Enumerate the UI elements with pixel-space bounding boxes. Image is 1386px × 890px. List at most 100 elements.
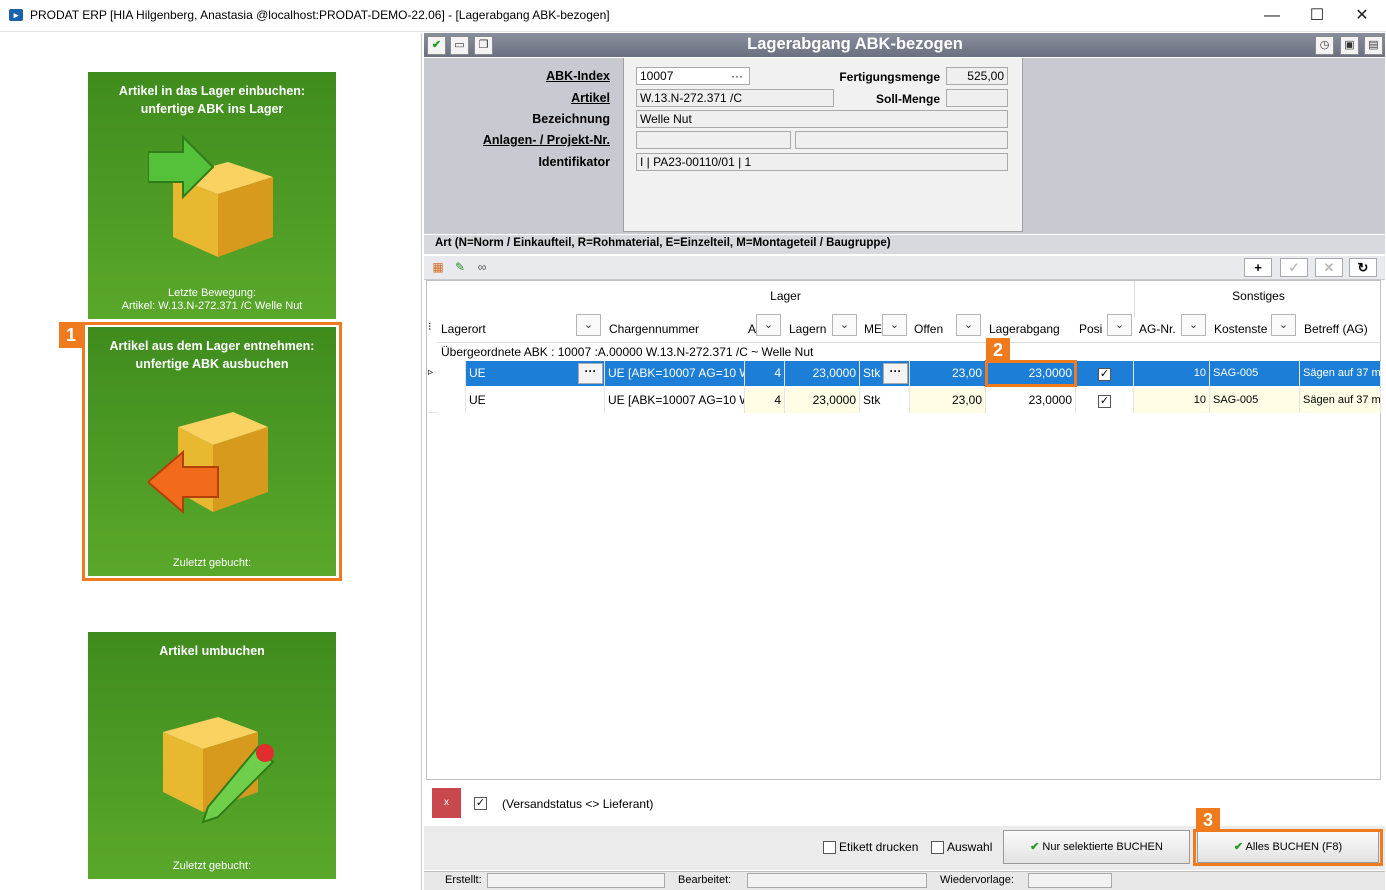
col-betreff[interactable]: Betreff (AG)	[1304, 318, 1381, 342]
cell-lagern[interactable]: 23,0000	[785, 388, 860, 413]
cell-posi[interactable]: ✓	[1076, 388, 1134, 413]
box-refresh-icon[interactable]: ▤	[1364, 36, 1383, 55]
tile-umbuchen-title: Artikel umbuchen	[159, 644, 265, 658]
col-chargennummer[interactable]: Chargennummer	[609, 318, 744, 342]
cell-betreff[interactable]: Sägen auf 37 mm	[1300, 361, 1381, 386]
cell-kostenstelle[interactable]: SAG-005	[1210, 361, 1300, 386]
step-badge-1: 1	[59, 322, 83, 348]
lagern-filter-dropdown[interactable]: ⌄	[832, 314, 857, 336]
minimize-button[interactable]: —	[1249, 0, 1295, 31]
clear-filter-icon[interactable]: x	[432, 788, 461, 818]
bezeichnung-label: Bezeichnung	[532, 112, 610, 126]
identifikator-field[interactable]: I | PA23-00110/01 | 1	[636, 153, 1008, 171]
col-lagern[interactable]: Lagern	[789, 318, 829, 342]
abk-index-value: 10007	[640, 69, 674, 83]
cell-a[interactable]: 4	[745, 388, 785, 413]
status-erstellt-field	[487, 873, 665, 888]
offen-filter-dropdown[interactable]: ⌄	[956, 314, 981, 336]
soll-menge-field	[946, 89, 1008, 107]
link-icon[interactable]: ∞	[473, 259, 491, 276]
col-posi[interactable]: Posi	[1079, 318, 1105, 342]
auswahl-checkbox[interactable]	[931, 841, 944, 854]
tile-ausbuchen[interactable]: Artikel aus dem Lager entnehmen: unferti…	[88, 327, 336, 576]
table-row[interactable]: UE UE [ABK=10007 AG=10 W 4 23,0000 Stk 2…	[428, 388, 1381, 413]
cell-ag-nr[interactable]: 10	[1134, 361, 1210, 386]
me-filter-dropdown[interactable]: ⌄	[882, 314, 907, 336]
bezeichnung-field[interactable]: Welle Nut	[636, 110, 1008, 128]
confirm-row-button[interactable]: ✓	[1280, 258, 1308, 277]
tile-umbuchen[interactable]: Artikel umbuchen Zuletzt gebucht:	[88, 632, 336, 879]
box-icon[interactable]: ▣	[1340, 36, 1359, 55]
cell-posi[interactable]: ✓	[1076, 361, 1134, 386]
step-badge-3: 3	[1196, 808, 1220, 832]
delete-row-button[interactable]: ✕	[1315, 258, 1343, 277]
column-menu-icon[interactable]: ⁝	[428, 318, 437, 342]
cell-charge[interactable]: UE [ABK=10007 AG=10 W	[605, 388, 745, 413]
anlagen-field[interactable]	[636, 131, 791, 149]
auswahl-label[interactable]: Auswahl	[947, 840, 992, 854]
ag-filter-dropdown[interactable]: ⌄	[1181, 314, 1206, 336]
status-bearbeitet-field	[747, 873, 927, 888]
step-badge-2: 2	[986, 338, 1010, 362]
projekt-field[interactable]	[795, 131, 1008, 149]
abk-more-icon[interactable]: ···	[731, 68, 743, 84]
col-me[interactable]: ME	[864, 318, 882, 342]
page-title: Lagerabgang ABK-bezogen	[747, 35, 963, 53]
row-margin	[438, 361, 466, 386]
kostenstelle-filter-dropdown[interactable]: ⌄	[1271, 314, 1296, 336]
tile-einbuchen-title: Artikel in das Lager einbuchen: unfertig…	[118, 84, 306, 116]
lagerort-filter-dropdown[interactable]: ⌄	[576, 314, 601, 336]
cell-a[interactable]: 4	[745, 361, 785, 386]
lagerort-picker-button[interactable]: ···	[578, 363, 603, 384]
status-erstellt-label: Erstellt:	[445, 874, 482, 886]
col-lagerort[interactable]: Lagerort	[441, 318, 571, 342]
abk-index-field[interactable]: 10007 ···	[636, 67, 750, 85]
col-a[interactable]: A	[748, 318, 756, 342]
cell-lagerort[interactable]: UE	[466, 388, 605, 413]
grid-layout-icon[interactable]: ▦	[429, 259, 447, 276]
me-picker-button[interactable]: ···	[883, 363, 908, 384]
refresh-button[interactable]: ↻	[1349, 258, 1377, 277]
close-button[interactable]: ✕	[1339, 0, 1385, 31]
cell-offen[interactable]: 23,00	[910, 388, 986, 413]
cell-kostenstelle[interactable]: SAG-005	[1210, 388, 1300, 413]
group-sonstiges-header: Sonstiges	[1136, 281, 1381, 317]
col-ag-nr[interactable]: AG-Nr.	[1139, 318, 1179, 342]
posi-checkbox[interactable]: ✓	[1098, 395, 1111, 408]
cell-lagern[interactable]: 23,0000	[785, 361, 860, 386]
add-row-button[interactable]: +	[1244, 258, 1272, 277]
posi-filter-dropdown[interactable]: ⌄	[1107, 314, 1132, 336]
posi-checkbox[interactable]: ✓	[1098, 368, 1111, 381]
box-pencil-icon	[163, 717, 275, 824]
book-selected-label: Nur selektierte BUCHEN	[1042, 841, 1163, 853]
check-icon: ✔	[1030, 841, 1040, 853]
a-filter-dropdown[interactable]: ⌄	[756, 314, 781, 336]
cell-ag-nr[interactable]: 10	[1134, 388, 1210, 413]
cell-betreff[interactable]: Sägen auf 37 mm	[1300, 388, 1381, 413]
table-row[interactable]: ▹ UE ··· UE [ABK=10007 AG=10 W 4 23,0000…	[428, 361, 1381, 386]
tile-ausbuchen-title: Artikel aus dem Lager entnehmen: unferti…	[109, 339, 315, 371]
book-selected-button[interactable]: ✔ Nur selektierte BUCHEN	[1003, 830, 1190, 864]
cell-charge[interactable]: UE [ABK=10007 AG=10 W	[605, 361, 745, 386]
parent-abk-row: Übergeordnete ABK : 10007 :A.00000 W.13.…	[437, 342, 1381, 360]
abk-index-label[interactable]: ABK-Index	[430, 69, 610, 83]
group-lager-header: Lager	[437, 281, 1135, 317]
fertigungsmenge-field: 525,00	[946, 67, 1008, 85]
status-wiedervorlage-field[interactable]	[1028, 873, 1112, 888]
maximize-button[interactable]: ☐	[1294, 0, 1340, 31]
cell-lagerabgang[interactable]: 23,0000	[986, 388, 1076, 413]
cell-offen[interactable]: 23,00	[910, 361, 986, 386]
window-titlebar: ▸ PRODAT ERP [HIA Hilgenberg, Anastasia …	[0, 0, 1386, 32]
col-offen[interactable]: Offen	[914, 318, 954, 342]
etikett-label[interactable]: Etikett drucken	[839, 840, 918, 854]
filter-brush-icon[interactable]: ✎	[451, 259, 469, 276]
versand-filter-checkbox[interactable]: ✓	[474, 797, 487, 810]
versand-filter-label: (Versandstatus <> Lieferant)	[502, 797, 654, 811]
col-kostenstelle[interactable]: Kostenste	[1214, 318, 1270, 342]
cell-me[interactable]: Stk	[860, 388, 910, 413]
clock-icon[interactable]: ◷	[1315, 36, 1334, 55]
etikett-checkbox[interactable]	[823, 841, 836, 854]
artikel-label[interactable]: Artikel	[430, 91, 610, 105]
anlagen-projekt-label[interactable]: Anlagen- / Projekt-Nr.	[430, 133, 610, 147]
tile-einbuchen[interactable]: Artikel in das Lager einbuchen: unfertig…	[88, 72, 336, 319]
